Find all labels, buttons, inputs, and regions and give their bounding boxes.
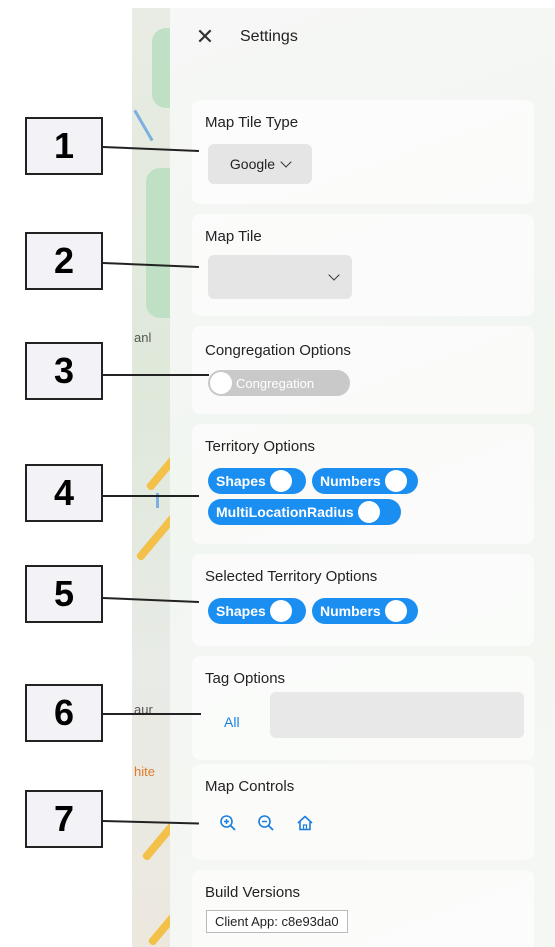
chevron-down-icon — [328, 269, 340, 281]
tag-options-title: Tag Options — [205, 670, 286, 687]
congregation-options-card: Congregation Options Congregation — [192, 326, 534, 414]
toggle-knob — [384, 470, 407, 492]
selected-shapes-toggle[interactable]: Shapes — [208, 598, 306, 624]
callout-line-3 — [103, 374, 209, 376]
tag-options-card: Tag Options All — [192, 656, 534, 760]
territory-multilocationradius-toggle[interactable]: MultiLocationRadius — [208, 499, 401, 525]
toggle-label: MultiLocationRadius — [216, 504, 354, 520]
map-controls-card: Map Controls — [192, 764, 534, 860]
map-tile-type-title: Map Tile Type — [205, 114, 299, 131]
territory-shapes-toggle[interactable]: Shapes — [208, 468, 306, 494]
settings-header: ✕ Settings — [194, 26, 298, 48]
toggle-knob — [269, 470, 292, 492]
toggle-label: Numbers — [320, 473, 381, 489]
map-tile-card: Map Tile — [192, 214, 534, 316]
callout-line-4 — [103, 495, 199, 497]
toggle-label: Numbers — [320, 603, 381, 619]
close-icon[interactable]: ✕ — [194, 26, 216, 48]
selected-territory-options-title: Selected Territory Options — [205, 568, 378, 585]
callout-6: 6 — [25, 684, 103, 742]
settings-panel: ✕ Settings Map Tile Type Google Map Tile… — [170, 8, 555, 947]
map-tile-type-value: Google — [229, 156, 276, 172]
chevron-down-icon — [280, 156, 292, 168]
callout-2: 2 — [25, 232, 103, 290]
callout-4: 4 — [25, 464, 103, 522]
map-tile-type-dropdown[interactable]: Google — [208, 144, 312, 184]
toggle-label: Shapes — [216, 473, 266, 489]
zoom-out-icon[interactable] — [257, 814, 275, 832]
toggle-knob — [269, 600, 292, 622]
map-controls-title: Map Controls — [205, 778, 295, 795]
toggle-knob — [384, 600, 407, 622]
map-road — [133, 109, 154, 142]
congregation-toggle[interactable]: Congregation — [208, 370, 350, 396]
tag-all-link[interactable]: All — [224, 714, 240, 730]
map-tile-type-card: Map Tile Type Google — [192, 100, 534, 204]
territory-options-title: Territory Options — [205, 438, 316, 455]
zoom-in-icon[interactable] — [219, 814, 237, 832]
map-tile-dropdown[interactable] — [208, 255, 352, 299]
selected-territory-options-card: Selected Territory Options Shapes Number… — [192, 554, 534, 646]
toggle-knob — [357, 501, 380, 523]
build-versions-title: Build Versions — [205, 884, 301, 901]
toggle-label: Shapes — [216, 603, 266, 619]
build-versions-card: Build Versions Client App: c8e93da0 — [192, 870, 534, 947]
client-app-version: Client App: c8e93da0 — [206, 910, 348, 933]
toggle-knob — [210, 372, 232, 394]
congregation-options-title: Congregation Options — [205, 342, 351, 359]
map-label: hite — [134, 764, 155, 779]
callout-5: 5 — [25, 565, 103, 623]
home-icon[interactable] — [296, 814, 314, 832]
callout-line-6 — [103, 713, 201, 715]
settings-title: Settings — [240, 28, 298, 45]
callout-7: 7 — [25, 790, 103, 848]
territory-options-card: Territory Options Shapes Numbers MultiLo… — [192, 424, 534, 544]
callout-3: 3 — [25, 342, 103, 400]
callout-1: 1 — [25, 117, 103, 175]
congregation-toggle-label: Congregation — [236, 375, 315, 391]
territory-numbers-toggle[interactable]: Numbers — [312, 468, 418, 494]
map-tile-title: Map Tile — [205, 228, 262, 245]
selected-numbers-toggle[interactable]: Numbers — [312, 598, 418, 624]
tag-select-input[interactable] — [270, 692, 524, 738]
map-label: anl — [134, 330, 152, 345]
